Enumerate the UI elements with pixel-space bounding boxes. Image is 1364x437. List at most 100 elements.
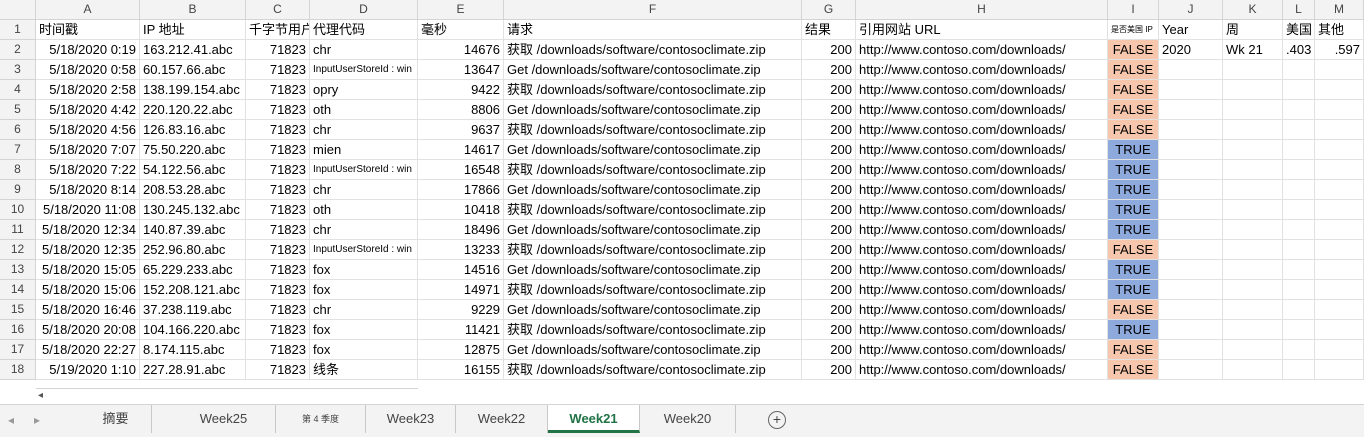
data-cell[interactable]: oth <box>310 100 418 120</box>
data-cell[interactable]: http://www.contoso.com/downloads/ <box>856 80 1108 100</box>
header-cell[interactable]: 千字节用户 <box>246 20 310 40</box>
data-cell[interactable]: 8806 <box>418 100 504 120</box>
data-cell[interactable]: 获取 /downloads/software/contosoclimate.zi… <box>504 160 802 180</box>
row-header[interactable]: 12 <box>0 240 36 260</box>
data-cell[interactable] <box>1159 200 1223 220</box>
data-cell[interactable] <box>1315 260 1364 280</box>
data-cell[interactable] <box>1283 100 1315 120</box>
data-cell[interactable]: 71823 <box>246 300 310 320</box>
data-cell[interactable] <box>1223 280 1283 300</box>
data-cell[interactable]: 71823 <box>246 260 310 280</box>
data-cell[interactable]: .403 <box>1283 40 1315 60</box>
data-cell[interactable] <box>1223 120 1283 140</box>
data-cell[interactable]: fox <box>310 320 418 340</box>
data-cell[interactable]: 200 <box>802 60 856 80</box>
data-cell[interactable]: 200 <box>802 360 856 380</box>
header-cell[interactable]: 是否美国 IP <box>1108 20 1159 40</box>
column-header-d[interactable]: D <box>310 0 418 20</box>
data-cell[interactable] <box>1283 160 1315 180</box>
column-header-a[interactable]: A <box>36 0 140 20</box>
data-cell[interactable]: 200 <box>802 160 856 180</box>
data-cell[interactable] <box>1283 260 1315 280</box>
data-cell[interactable]: TRUE <box>1108 160 1159 180</box>
data-cell[interactable]: 220.120.22.abc <box>140 100 246 120</box>
data-cell[interactable] <box>1315 360 1364 380</box>
column-header-c[interactable]: C <box>246 0 310 20</box>
data-cell[interactable]: http://www.contoso.com/downloads/ <box>856 40 1108 60</box>
data-cell[interactable]: 200 <box>802 300 856 320</box>
data-cell[interactable]: 10418 <box>418 200 504 220</box>
row-header[interactable]: 2 <box>0 40 36 60</box>
data-cell[interactable]: fox <box>310 340 418 360</box>
spreadsheet-grid[interactable]: A B C D E F G H I J K L M 1 时间戳 IP 地址 千字节用户 代理代码 毫秒 请求 结果 引用网… <box>0 0 1364 388</box>
data-cell[interactable]: .597 <box>1315 40 1364 60</box>
data-cell[interactable] <box>1223 240 1283 260</box>
data-cell[interactable]: 200 <box>802 180 856 200</box>
data-cell[interactable]: 获取 /downloads/software/contosoclimate.zi… <box>504 200 802 220</box>
data-cell[interactable]: 71823 <box>246 60 310 80</box>
data-cell[interactable]: FALSE <box>1108 80 1159 100</box>
data-cell[interactable] <box>1159 180 1223 200</box>
data-cell[interactable]: 18496 <box>418 220 504 240</box>
data-cell[interactable] <box>1315 180 1364 200</box>
column-header-b[interactable]: B <box>140 0 246 20</box>
data-cell[interactable] <box>1315 300 1364 320</box>
data-cell[interactable] <box>1159 300 1223 320</box>
row-header[interactable]: 18 <box>0 360 36 380</box>
data-cell[interactable]: 2020 <box>1159 40 1223 60</box>
data-cell[interactable]: chr <box>310 300 418 320</box>
data-cell[interactable]: 获取 /downloads/software/contosoclimate.zi… <box>504 240 802 260</box>
data-cell[interactable]: http://www.contoso.com/downloads/ <box>856 360 1108 380</box>
row-header[interactable]: 11 <box>0 220 36 240</box>
data-cell[interactable]: 线条 <box>310 360 418 380</box>
data-cell[interactable] <box>1159 60 1223 80</box>
header-cell[interactable]: Year <box>1159 20 1223 40</box>
data-cell[interactable]: 5/19/2020 1:10 <box>36 360 140 380</box>
data-cell[interactable]: chr <box>310 180 418 200</box>
data-cell[interactable] <box>1283 300 1315 320</box>
data-cell[interactable]: 71823 <box>246 220 310 240</box>
data-cell[interactable]: Get /downloads/software/contosoclimate.z… <box>504 60 802 80</box>
data-cell[interactable]: 200 <box>802 260 856 280</box>
data-cell[interactable]: 71823 <box>246 180 310 200</box>
data-cell[interactable] <box>1283 200 1315 220</box>
column-header-l[interactable]: L <box>1283 0 1315 20</box>
data-cell[interactable]: Get /downloads/software/contosoclimate.z… <box>504 300 802 320</box>
horizontal-scrollbar[interactable]: ◂ <box>36 388 418 405</box>
data-cell[interactable]: fox <box>310 280 418 300</box>
data-cell[interactable]: http://www.contoso.com/downloads/ <box>856 120 1108 140</box>
data-cell[interactable]: TRUE <box>1108 200 1159 220</box>
data-cell[interactable]: 130.245.132.abc <box>140 200 246 220</box>
data-cell[interactable] <box>1159 240 1223 260</box>
data-cell[interactable] <box>1315 100 1364 120</box>
data-cell[interactable] <box>1315 200 1364 220</box>
sheet-tab[interactable]: 第 4 季度 <box>276 405 366 433</box>
data-cell[interactable] <box>1223 340 1283 360</box>
data-cell[interactable]: http://www.contoso.com/downloads/ <box>856 260 1108 280</box>
data-cell[interactable]: 71823 <box>246 200 310 220</box>
column-header-e[interactable]: E <box>418 0 504 20</box>
data-cell[interactable] <box>1283 80 1315 100</box>
data-cell[interactable]: http://www.contoso.com/downloads/ <box>856 180 1108 200</box>
data-cell[interactable] <box>1283 60 1315 80</box>
row-header[interactable]: 6 <box>0 120 36 140</box>
data-cell[interactable]: chr <box>310 220 418 240</box>
data-cell[interactable]: 200 <box>802 120 856 140</box>
data-cell[interactable]: Get /downloads/software/contosoclimate.z… <box>504 260 802 280</box>
data-cell[interactable]: 71823 <box>246 320 310 340</box>
data-cell[interactable]: Wk 21 <box>1223 40 1283 60</box>
data-cell[interactable] <box>1315 120 1364 140</box>
data-cell[interactable]: 13233 <box>418 240 504 260</box>
data-cell[interactable]: http://www.contoso.com/downloads/ <box>856 280 1108 300</box>
data-cell[interactable] <box>1315 320 1364 340</box>
data-cell[interactable] <box>1283 240 1315 260</box>
data-cell[interactable] <box>1315 220 1364 240</box>
data-cell[interactable] <box>1159 100 1223 120</box>
data-cell[interactable]: 54.122.56.abc <box>140 160 246 180</box>
data-cell[interactable]: 163.212.41.abc <box>140 40 246 60</box>
data-cell[interactable]: 200 <box>802 140 856 160</box>
data-cell[interactable] <box>1223 260 1283 280</box>
data-cell[interactable]: 8.174.115.abc <box>140 340 246 360</box>
data-cell[interactable]: 5/18/2020 7:07 <box>36 140 140 160</box>
data-cell[interactable]: Get /downloads/software/contosoclimate.z… <box>504 140 802 160</box>
